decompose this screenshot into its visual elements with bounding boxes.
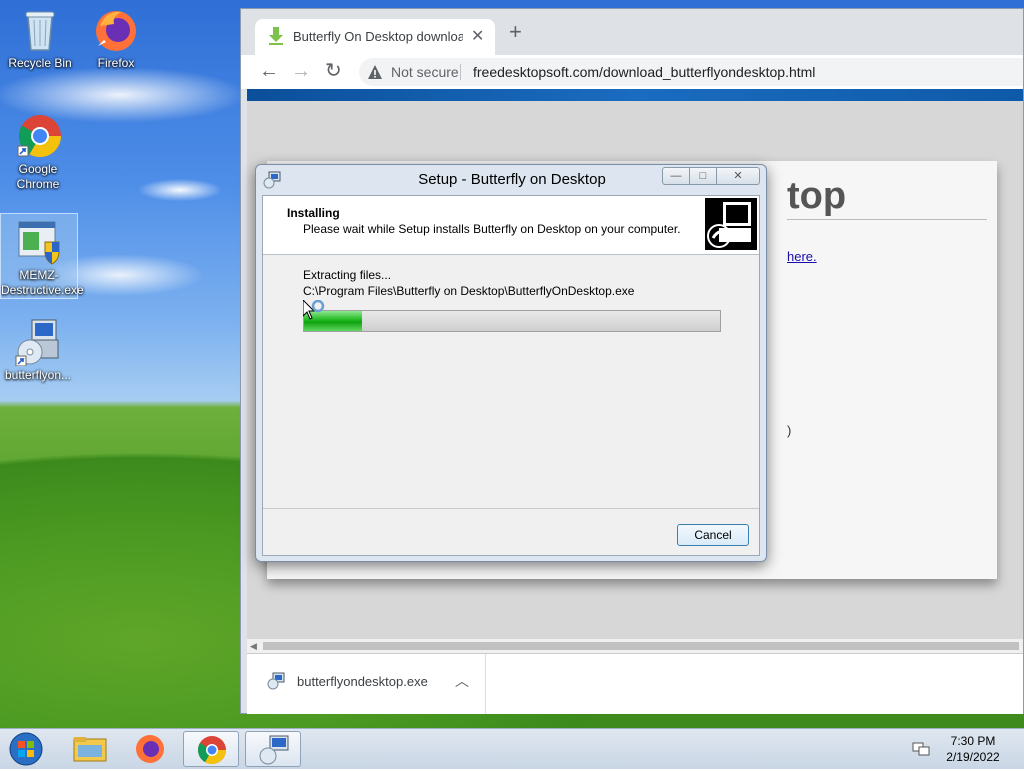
taskbar-chrome-button[interactable] bbox=[183, 731, 239, 767]
download-item[interactable]: butterflyondesktop.exe ︿ bbox=[247, 654, 486, 714]
status-text: Extracting files... bbox=[303, 268, 392, 282]
installer-file-icon bbox=[267, 672, 285, 690]
download-filename: butterflyondesktop.exe bbox=[297, 674, 428, 689]
desktop-icon-butterfly-installer[interactable]: butterflyon... bbox=[0, 318, 76, 388]
dialog-client-area: Installing Please wait while Setup insta… bbox=[262, 195, 760, 556]
taskbar-setup-button[interactable] bbox=[245, 731, 301, 767]
system-clock[interactable]: 7:30 PM 2/19/2022 bbox=[930, 733, 1016, 765]
scroll-left-icon[interactable]: ◀ bbox=[250, 639, 257, 653]
desktop-icon-memz[interactable]: MEMZ-Destructive.exe bbox=[0, 213, 84, 299]
taskbar: 7:30 PM 2/19/2022 bbox=[0, 728, 1024, 769]
forward-button[interactable]: → bbox=[291, 60, 311, 82]
cancel-button[interactable]: Cancel bbox=[677, 524, 749, 546]
desktop-icon-label: butterflyon... bbox=[4, 368, 72, 382]
windows-orb-icon bbox=[9, 732, 43, 766]
download-arrow-icon bbox=[269, 27, 283, 45]
scrollbar-thumb[interactable] bbox=[263, 642, 1019, 650]
button-separator bbox=[263, 508, 759, 509]
setup-dialog: Setup - Butterfly on Desktop — □ ✕ Insta… bbox=[255, 164, 767, 562]
wizard-heading: Installing bbox=[287, 206, 340, 220]
start-button[interactable] bbox=[6, 731, 46, 767]
taskbar-explorer-button[interactable] bbox=[62, 731, 118, 767]
chevron-up-icon[interactable]: ︿ bbox=[455, 671, 469, 691]
wizard-subheading: Please wait while Setup installs Butterf… bbox=[303, 222, 681, 236]
tab-strip: Butterfly On Desktop download ✕ + bbox=[241, 9, 1023, 55]
download-link[interactable]: here. bbox=[787, 249, 817, 264]
network-icon[interactable] bbox=[912, 741, 930, 757]
reload-button[interactable]: ↻ bbox=[325, 60, 342, 82]
desktop-icon-label: Google Chrome bbox=[16, 162, 60, 191]
installer-icon bbox=[259, 735, 289, 765]
clock-date: 2/19/2022 bbox=[946, 750, 1000, 764]
clock-time: 7:30 PM bbox=[950, 734, 996, 748]
desktop-icon-firefox[interactable]: Firefox bbox=[78, 6, 154, 72]
url-text[interactable]: freedesktopsoft.com/download_butterflyon… bbox=[473, 64, 815, 80]
tab-title: Butterfly On Desktop download bbox=[293, 29, 463, 44]
setup-logo-icon bbox=[705, 198, 757, 250]
browser-tab-active[interactable]: Butterfly On Desktop download ✕ bbox=[255, 19, 495, 55]
not-secure-label[interactable]: Not secure bbox=[391, 64, 459, 80]
desktop-icon-label: MEMZ-Destructive.exe bbox=[1, 268, 84, 297]
tab-close-icon[interactable]: ✕ bbox=[471, 26, 484, 46]
heading-rule bbox=[787, 219, 987, 220]
chrome-icon bbox=[14, 112, 62, 160]
back-button[interactable]: ← bbox=[259, 60, 279, 82]
taskbar-firefox-button[interactable] bbox=[122, 731, 178, 767]
minimize-button[interactable]: — bbox=[662, 167, 690, 185]
program-shield-icon bbox=[15, 218, 63, 266]
desktop-icon-recycle-bin[interactable]: Recycle Bin bbox=[2, 6, 78, 72]
address-bar[interactable]: Not secure freedesktopsoft.com/download_… bbox=[359, 58, 1023, 86]
close-button[interactable]: ✕ bbox=[716, 167, 760, 185]
chrome-icon bbox=[198, 736, 226, 764]
desktop-icon-label: Recycle Bin bbox=[8, 56, 72, 70]
page-text-fragment: ) bbox=[787, 423, 792, 438]
firefox-icon bbox=[136, 735, 164, 763]
current-file-path: C:\Program Files\Butterfly on Desktop\Bu… bbox=[303, 284, 635, 298]
page-heading: top bbox=[787, 175, 847, 217]
browser-toolbar: ← → ↻ Not secure freedesktopsoft.com/dow… bbox=[241, 55, 1023, 89]
folder-icon bbox=[73, 737, 107, 762]
busy-cursor-icon bbox=[303, 300, 325, 320]
horizontal-scrollbar[interactable]: ◀ bbox=[247, 639, 1023, 653]
new-tab-button[interactable]: + bbox=[509, 21, 522, 43]
site-header-banner bbox=[247, 89, 1023, 101]
firefox-icon bbox=[92, 6, 140, 54]
wizard-header: Installing Please wait while Setup insta… bbox=[263, 196, 759, 255]
installer-icon bbox=[14, 318, 62, 367]
maximize-button[interactable]: □ bbox=[689, 167, 717, 185]
download-shelf: butterflyondesktop.exe ︿ bbox=[247, 653, 1023, 714]
desktop-icon-google-chrome[interactable]: Google Chrome bbox=[0, 112, 76, 194]
warning-icon bbox=[368, 65, 382, 79]
recycle-bin-icon bbox=[16, 6, 64, 54]
omnibox-divider bbox=[460, 64, 461, 80]
desktop-icon-label: Firefox bbox=[97, 56, 135, 70]
install-progress-bar bbox=[303, 310, 721, 332]
